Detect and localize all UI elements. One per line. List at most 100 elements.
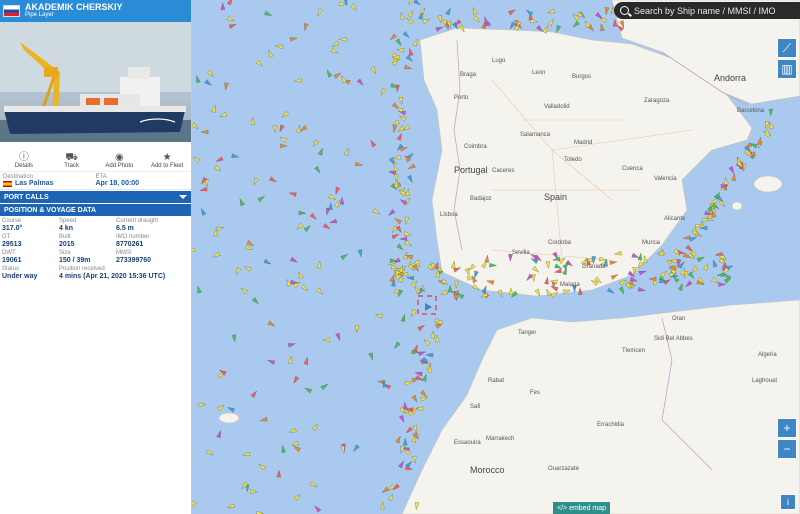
destination-link[interactable]: Las Palmas	[3, 180, 96, 187]
vessel-marker[interactable]	[393, 341, 401, 350]
vessel-marker[interactable]	[398, 414, 406, 423]
vessel-marker[interactable]	[196, 285, 202, 294]
vessel-marker[interactable]	[422, 17, 431, 24]
vessel-marker[interactable]	[415, 375, 424, 381]
vessel-marker[interactable]	[394, 217, 402, 225]
vessel-marker[interactable]	[281, 110, 289, 119]
vessel-marker[interactable]	[309, 212, 318, 221]
vessel-marker[interactable]	[314, 165, 321, 174]
vessel-marker[interactable]	[316, 287, 324, 296]
vessel-marker[interactable]	[297, 271, 304, 280]
vessel-marker[interactable]	[618, 286, 626, 295]
vessel-marker[interactable]	[220, 2, 226, 10]
vessel-marker[interactable]	[408, 48, 414, 57]
vessel-marker[interactable]	[398, 460, 405, 469]
vessel-marker[interactable]	[322, 223, 331, 230]
zoom-in-button[interactable]: +	[777, 418, 797, 438]
vessel-marker[interactable]	[757, 136, 762, 145]
vessel-marker[interactable]	[409, 309, 417, 318]
vessel-marker[interactable]	[604, 7, 610, 16]
vessel-marker[interactable]	[637, 287, 646, 292]
vessel-marker[interactable]	[328, 193, 337, 201]
vessel-marker[interactable]	[395, 435, 402, 444]
add-to-fleet-button[interactable]: ★ Add to Fleet	[143, 142, 191, 171]
vessel-marker[interactable]	[399, 198, 408, 206]
vessel-marker[interactable]	[391, 225, 399, 234]
vessel-marker[interactable]	[293, 493, 302, 501]
vessel-marker[interactable]	[328, 201, 333, 210]
vessel-marker[interactable]	[251, 297, 260, 305]
vessel-marker[interactable]	[398, 188, 406, 197]
vessel-marker[interactable]	[399, 445, 405, 454]
vessel-marker[interactable]	[228, 22, 237, 29]
vessel-marker[interactable]	[390, 264, 399, 270]
info-button[interactable]: i	[780, 494, 796, 510]
embed-map-button[interactable]: </> embed map	[553, 502, 611, 514]
vessel-marker[interactable]	[267, 320, 276, 328]
vessel-marker[interactable]	[235, 267, 242, 276]
vessel-marker[interactable]	[696, 255, 705, 263]
track-button[interactable]: ⛟ Track	[48, 142, 96, 171]
vessel-marker[interactable]	[338, 37, 347, 42]
vessel-marker[interactable]	[387, 493, 394, 502]
vessel-marker[interactable]	[404, 239, 412, 247]
vessel-marker[interactable]	[372, 208, 381, 216]
vessel-marker[interactable]	[192, 122, 199, 131]
vessel-marker[interactable]	[214, 165, 222, 172]
vessel-marker[interactable]	[395, 225, 403, 234]
vessel-marker[interactable]	[205, 449, 214, 457]
vessel-marker[interactable]	[238, 198, 245, 207]
vessel-marker[interactable]	[711, 277, 719, 284]
vessel-marker[interactable]	[404, 380, 413, 386]
vessel-marker[interactable]	[606, 287, 615, 295]
vessel-marker[interactable]	[331, 40, 340, 48]
vessel-marker[interactable]	[659, 270, 668, 278]
vessel-marker[interactable]	[397, 125, 405, 134]
vessel-marker[interactable]	[435, 25, 444, 32]
vessel-marker[interactable]	[473, 15, 481, 24]
vessel-marker[interactable]	[396, 48, 405, 53]
add-photo-button[interactable]: ◉ Add Photo	[96, 142, 144, 171]
vessel-marker[interactable]	[226, 0, 234, 6]
vessel-marker[interactable]	[420, 389, 428, 398]
vessel-marker[interactable]	[547, 18, 555, 27]
vessel-marker[interactable]	[199, 186, 208, 192]
vessel-marker[interactable]	[350, 3, 358, 12]
vessel-marker[interactable]	[612, 18, 618, 27]
vessel-marker[interactable]	[322, 337, 331, 342]
vessel-marker[interactable]	[723, 176, 729, 185]
vessel-marker[interactable]	[296, 124, 301, 133]
vessel-marker[interactable]	[216, 404, 225, 412]
vessel-marker[interactable]	[340, 253, 349, 260]
vessel-marker[interactable]	[212, 251, 221, 259]
vessel-marker[interactable]	[402, 31, 411, 39]
vessel-marker[interactable]	[317, 147, 324, 156]
vessel-marker[interactable]	[525, 8, 534, 17]
vessel-marker[interactable]	[430, 330, 436, 339]
vessel-marker[interactable]	[285, 278, 292, 287]
vessel-marker[interactable]	[259, 416, 268, 423]
vessel-marker[interactable]	[279, 135, 288, 143]
vessel-marker[interactable]	[406, 17, 414, 25]
vessel-marker[interactable]	[267, 49, 274, 58]
vessel-marker[interactable]	[269, 176, 277, 184]
details-button[interactable]: ⓘ Details	[0, 142, 48, 171]
vessel-marker[interactable]	[195, 75, 201, 84]
vessel-marker[interactable]	[274, 44, 283, 50]
vessel-marker[interactable]	[216, 225, 225, 232]
vessel-marker[interactable]	[289, 36, 298, 42]
vessel-marker[interactable]	[407, 0, 414, 6]
vessel-marker[interactable]	[530, 18, 539, 24]
vessel-marker[interactable]	[335, 332, 342, 341]
vessel-marker[interactable]	[407, 163, 416, 170]
vessel-marker[interactable]	[288, 191, 297, 197]
map-area[interactable]: Portugal Spain Andorra Morocco Porto Bra…	[192, 0, 800, 514]
vessel-marker[interactable]	[192, 499, 197, 507]
vessel-marker[interactable]	[764, 121, 770, 129]
vessel-marker[interactable]	[344, 147, 350, 156]
vessel-marker[interactable]	[368, 352, 375, 361]
vessel-marker[interactable]	[404, 216, 410, 225]
vessel-marker[interactable]	[342, 0, 349, 6]
vessel-marker[interactable]	[391, 233, 400, 240]
vessel-marker[interactable]	[309, 481, 318, 489]
